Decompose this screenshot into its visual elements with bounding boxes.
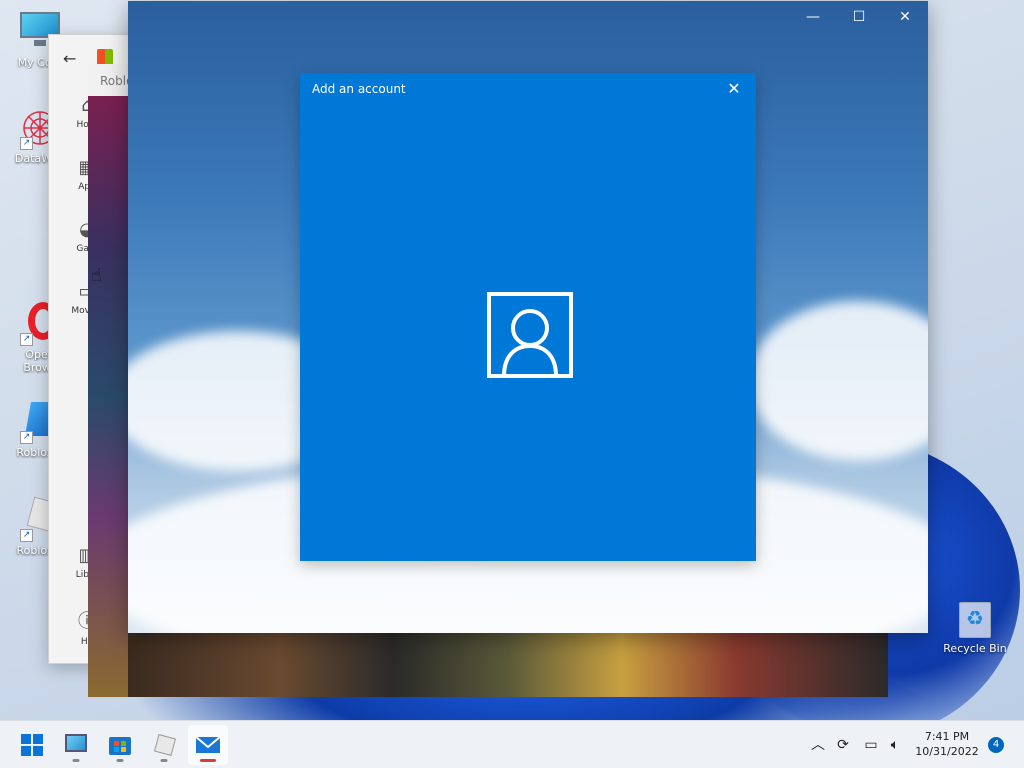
desktop-icon-recycle-bin[interactable]: ♻ Recycle Bin: [940, 598, 1010, 655]
taskbar-control-panel[interactable]: [56, 725, 96, 765]
taskbar-mail[interactable]: [188, 725, 228, 765]
person-icon: [487, 292, 573, 378]
dialog-title: Add an account: [312, 82, 406, 96]
taskbar-indicator: [160, 759, 168, 762]
store-logo-icon: [97, 49, 113, 65]
back-arrow-icon[interactable]: ←: [63, 49, 76, 68]
taskbar-roblox[interactable]: [144, 725, 184, 765]
taskbar-indicator: [200, 759, 216, 762]
hand-cursor-icon: ☝: [91, 265, 102, 286]
shortcut-arrow-icon: ↗: [20, 431, 33, 444]
control-panel-icon: [65, 734, 87, 752]
clock-date: 10/31/2022: [915, 745, 979, 758]
add-account-dialog[interactable]: Add an account ✕: [300, 73, 756, 561]
network-icon[interactable]: ▭: [860, 721, 882, 768]
close-window-button[interactable]: ✕: [882, 1, 928, 33]
speaker-icon[interactable]: 🔈︎: [884, 721, 906, 768]
roblox-artwork-bottom: [128, 632, 888, 697]
clock-time: 7:41 PM: [924, 730, 970, 743]
windows-logo-icon: [21, 734, 43, 756]
taskbar-store[interactable]: [100, 725, 140, 765]
recycle-bin-icon: ♻: [957, 598, 993, 638]
shortcut-arrow-icon: ↗: [20, 529, 33, 542]
taskbar-clock[interactable]: 7:41 PM 10/31/2022: [912, 729, 982, 759]
roblox-artwork-strip: [88, 96, 128, 697]
roblox-icon: [153, 733, 177, 757]
shortcut-arrow-icon: ↗: [20, 137, 33, 150]
taskbar-indicator: [116, 759, 124, 762]
notification-badge[interactable]: 4: [988, 737, 1004, 753]
sync-icon[interactable]: ⟳: [832, 721, 854, 768]
dialog-close-button[interactable]: ✕: [724, 79, 744, 99]
taskbar: ︿ ⟳ ▭ 🔈︎ 7:41 PM 10/31/2022 4: [0, 720, 1024, 768]
cloud: [748, 301, 928, 461]
show-hidden-icons-chevron-icon[interactable]: ︿: [808, 721, 828, 768]
maximize-button[interactable]: ☐: [836, 1, 882, 33]
desktop-icon-label: Recycle Bin: [943, 642, 1007, 655]
taskbar-indicator: [72, 759, 80, 762]
start-button[interactable]: [12, 725, 52, 765]
shortcut-arrow-icon: ↗: [20, 333, 33, 346]
minimize-button[interactable]: —: [790, 1, 836, 33]
